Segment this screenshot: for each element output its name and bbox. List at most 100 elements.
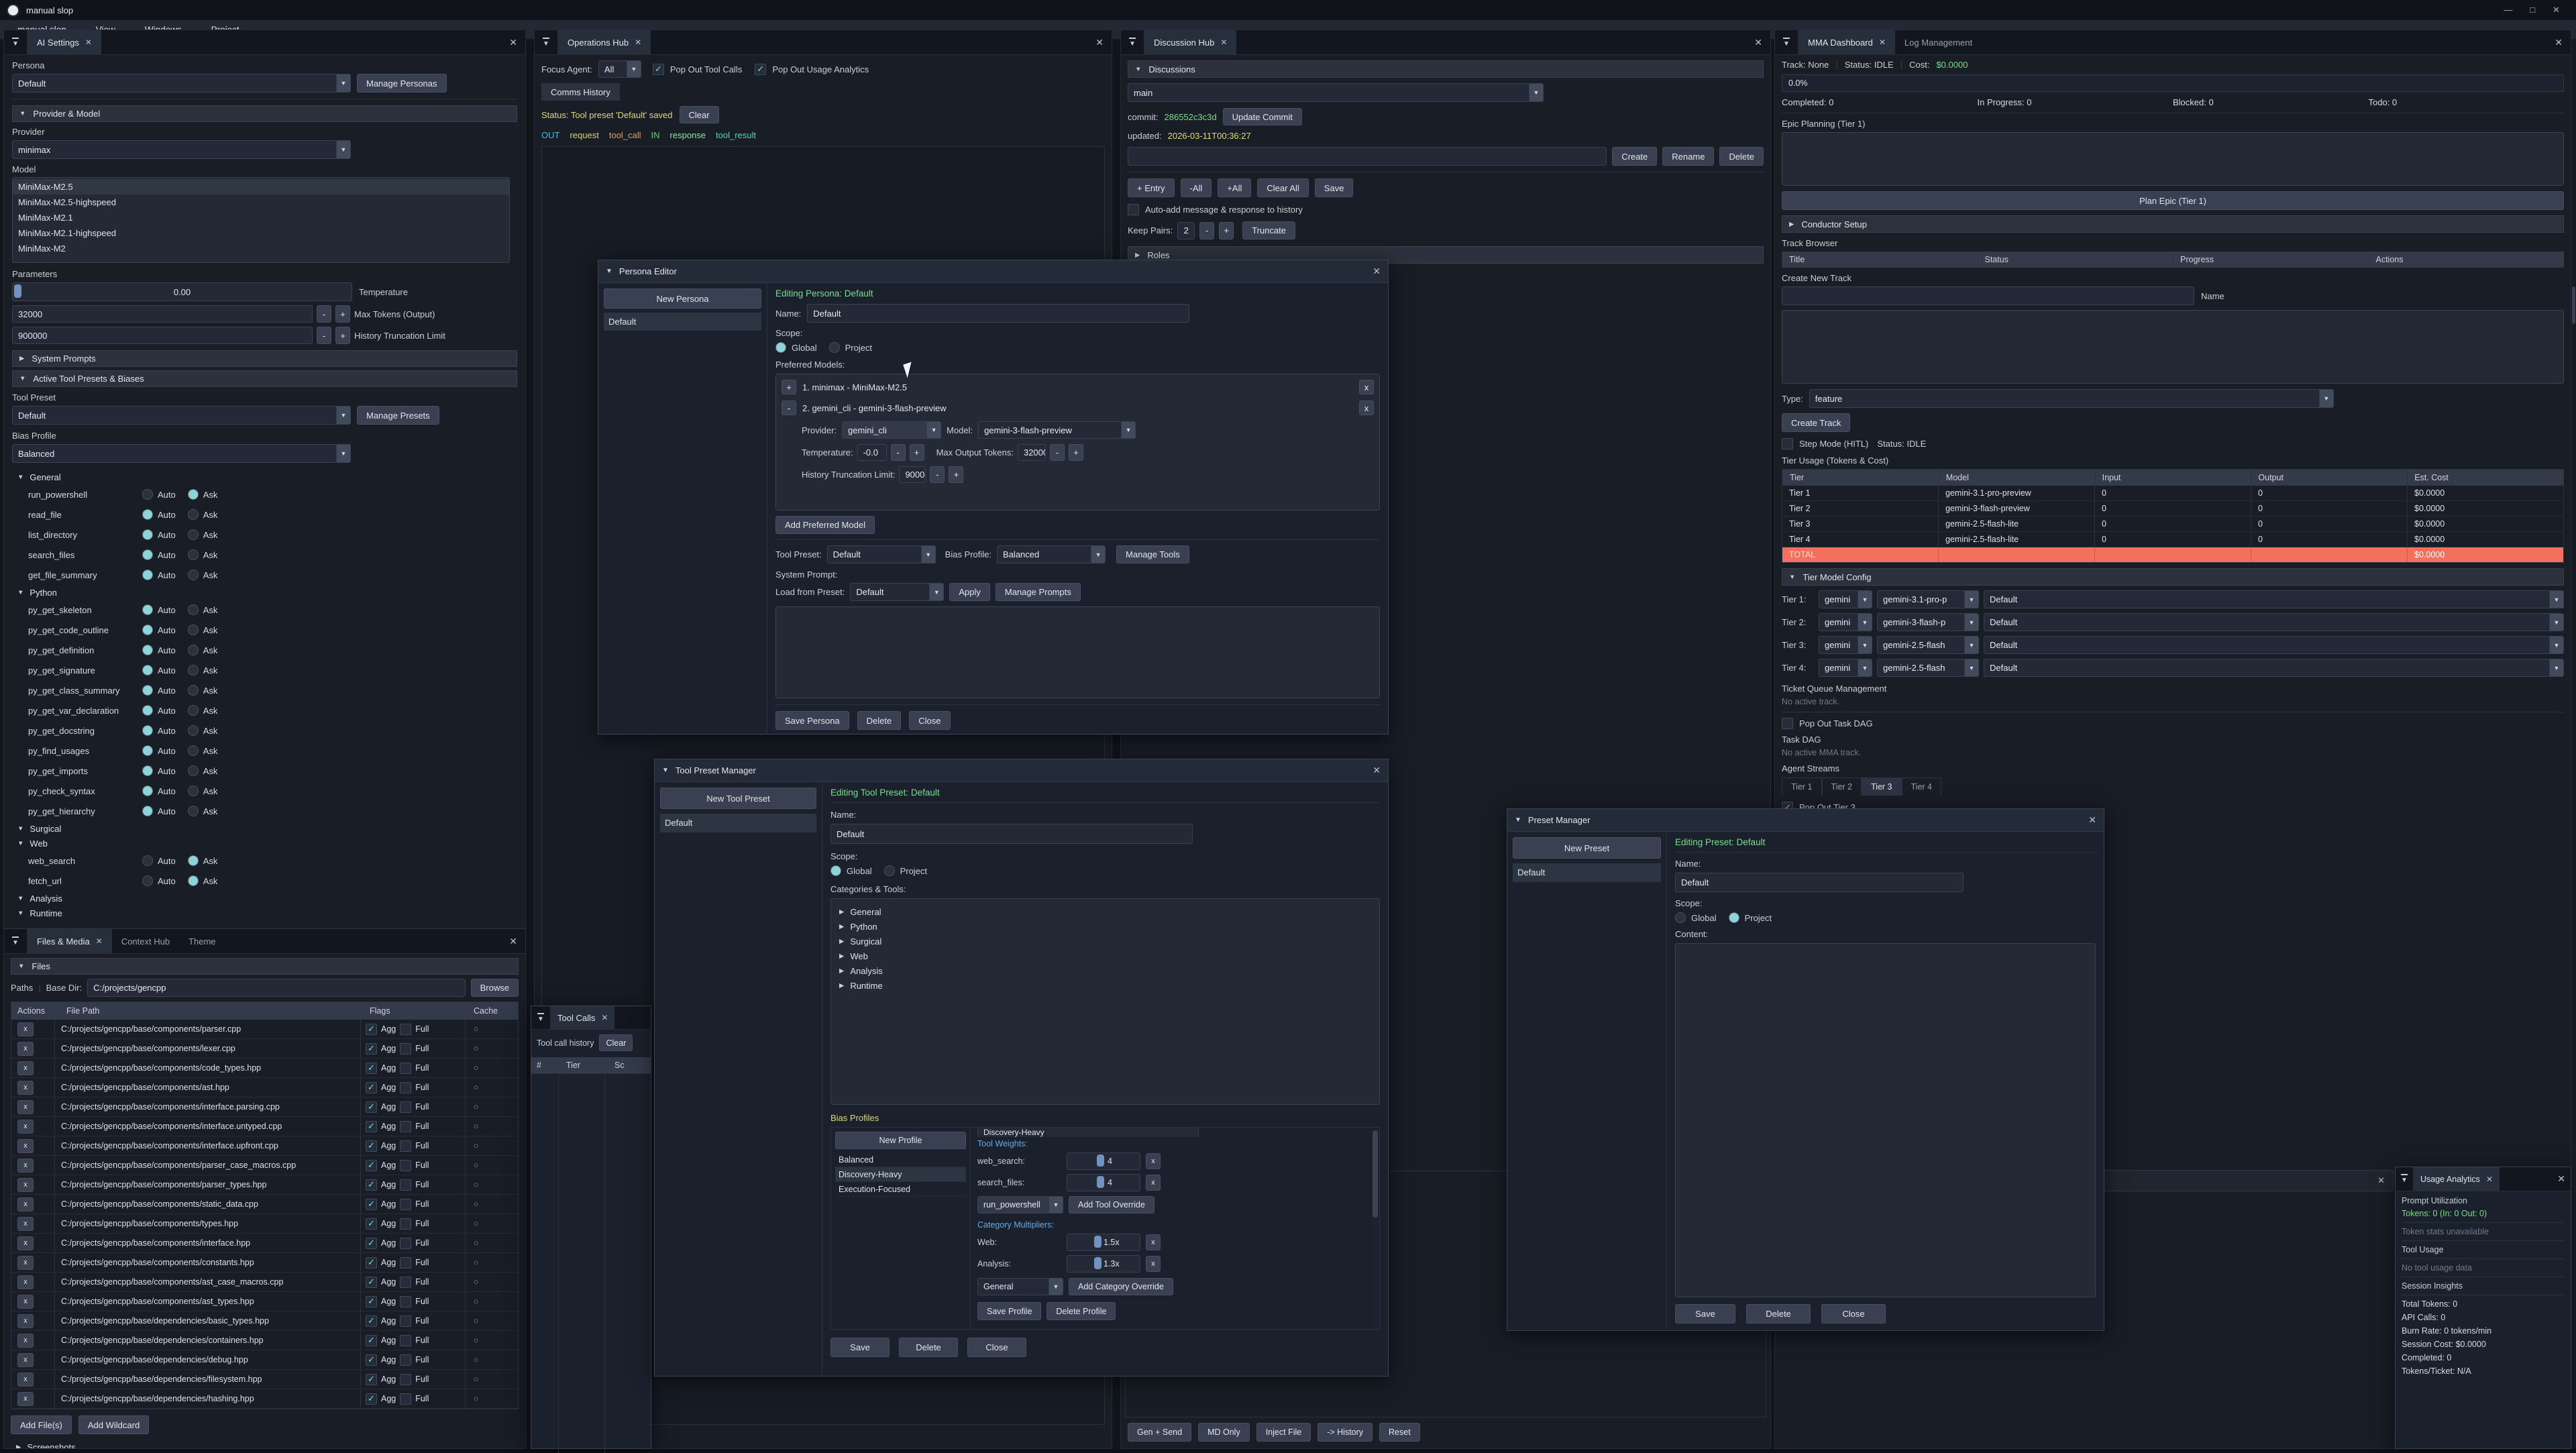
system-prompt-textarea[interactable] (775, 606, 1380, 698)
remove-model-button[interactable]: x (1359, 380, 1374, 394)
tab-comms-history[interactable]: Comms History (541, 83, 620, 101)
remove-file-button[interactable]: x (17, 1217, 34, 1231)
remove-file-button[interactable]: x (17, 1295, 34, 1309)
agg-checkbox[interactable]: ✓ (366, 1024, 377, 1035)
tab-tool-calls[interactable]: Tool Calls✕ (551, 1006, 614, 1029)
new-tool-preset-button[interactable]: New Tool Preset (660, 788, 816, 809)
full-checkbox[interactable]: ✓ (400, 1335, 411, 1346)
dock-menu-icon[interactable]: ▼ (2396, 1167, 2414, 1191)
tier-model-config-section[interactable]: ▼Tier Model Config (1782, 568, 2564, 586)
epic-planning-textarea[interactable] (1782, 132, 2564, 186)
manage-personas-button[interactable]: Manage Personas (357, 74, 447, 93)
ask-radio[interactable] (188, 489, 199, 500)
agg-checkbox[interactable]: ✓ (366, 1140, 377, 1152)
full-checkbox[interactable]: ✓ (400, 1238, 411, 1249)
full-checkbox[interactable]: ✓ (400, 1121, 411, 1132)
max-output-minus-button[interactable]: - (1050, 444, 1065, 461)
persona-editor-titlebar[interactable]: ▼ Persona Editor ✕ (598, 260, 1388, 283)
full-checkbox[interactable]: ✓ (400, 1043, 411, 1055)
full-checkbox[interactable]: ✓ (400, 1277, 411, 1288)
history-limit-input[interactable]: 900000 (12, 327, 313, 344)
weight-slider[interactable]: 4 (1067, 1152, 1140, 1170)
full-checkbox[interactable]: ✓ (400, 1024, 411, 1035)
auto-radio[interactable] (142, 725, 153, 736)
panel-close-icon[interactable]: ✕ (2552, 1167, 2571, 1191)
model-list-item[interactable]: MiniMax-M2.5 (13, 179, 509, 195)
clear-tool-calls-button[interactable]: Clear (599, 1034, 633, 1051)
preset-content-textarea[interactable] (1675, 943, 2096, 1297)
agg-checkbox[interactable]: ✓ (366, 1277, 377, 1288)
collapse-icon[interactable]: ▼ (662, 767, 669, 774)
discussion-dropdown[interactable]: main▼ (1128, 83, 1544, 102)
tier-provider-dropdown[interactable]: gemini▼ (1819, 659, 1872, 677)
full-checkbox[interactable]: ✓ (400, 1374, 411, 1385)
persona-bias-dropdown[interactable]: Balanced▼ (997, 545, 1106, 563)
temperature-slider[interactable]: 0.00 (12, 282, 352, 301)
save-tool-preset-button[interactable]: Save (830, 1338, 890, 1357)
auto-add-checkbox[interactable]: ✓ (1128, 204, 1139, 215)
agg-checkbox[interactable]: ✓ (366, 1315, 377, 1327)
section-screenshots[interactable]: ▶Screenshots (11, 1440, 519, 1449)
ask-radio[interactable] (188, 705, 199, 716)
tier-provider-dropdown[interactable]: gemini▼ (1819, 636, 1872, 654)
track-name-input[interactable] (1782, 286, 2194, 305)
close-icon[interactable]: ✕ (2377, 1175, 2393, 1186)
tool-preset-list-item[interactable]: Default (660, 814, 816, 832)
tier-provider-dropdown[interactable]: gemini▼ (1819, 613, 1872, 631)
category-item[interactable]: ▶Web (834, 949, 1377, 963)
scrollbar-track[interactable] (1373, 1130, 1378, 1325)
close-persona-button[interactable]: Close (909, 711, 950, 730)
new-profile-button[interactable]: New Profile (835, 1132, 966, 1149)
tier-preset-dropdown[interactable]: Default▼ (1984, 636, 2564, 654)
model-list-item[interactable]: MiniMax-M2.1-highspeed (13, 225, 509, 241)
stream-tab[interactable]: Tier 1 (1782, 777, 1822, 796)
remove-file-button[interactable]: x (17, 1061, 34, 1075)
composer-button[interactable]: -> History (1318, 1423, 1373, 1442)
model-list-item[interactable]: MiniMax-M2 (13, 241, 509, 256)
delete-tool-preset-button[interactable]: Delete (899, 1338, 958, 1357)
auto-radio[interactable] (142, 489, 153, 500)
global-radio[interactable] (775, 342, 786, 353)
persona-dropdown[interactable]: Default▼ (12, 74, 351, 93)
agg-checkbox[interactable]: ✓ (366, 1218, 377, 1230)
track-type-dropdown[interactable]: feature▼ (1809, 389, 2334, 408)
ask-radio[interactable] (188, 529, 199, 540)
section-surgical[interactable]: ▼Surgical (12, 821, 517, 836)
section-general[interactable]: ▼General (12, 470, 517, 484)
entry-button[interactable]: Save (1315, 178, 1354, 197)
remove-file-button[interactable]: x (17, 1159, 34, 1173)
history-limit-plus-button[interactable]: + (335, 327, 350, 344)
save-persona-button[interactable]: Save Persona (775, 711, 849, 730)
tab-context-hub[interactable]: Context Hub (112, 929, 179, 953)
full-checkbox[interactable]: ✓ (400, 1160, 411, 1171)
temp-minus-button[interactable]: - (891, 444, 906, 461)
model-list-item[interactable]: MiniMax-M2.5-highspeed (13, 195, 509, 210)
agg-checkbox[interactable]: ✓ (366, 1335, 377, 1346)
ask-radio[interactable] (188, 604, 199, 615)
ask-radio[interactable] (188, 745, 199, 756)
tab-usage-analytics[interactable]: Usage Analytics✕ (2414, 1167, 2500, 1191)
scrollbar-track[interactable] (2571, 40, 2576, 1449)
tier-model-dropdown[interactable]: gemini-3-flash-p▼ (1877, 613, 1979, 631)
remove-file-button[interactable]: x (17, 1178, 34, 1192)
bias-profile-item[interactable]: Discovery-Heavy (835, 1167, 966, 1182)
ask-radio[interactable] (188, 549, 199, 560)
multiplier-slider[interactable]: 1.5x (1067, 1234, 1140, 1251)
bias-profile-item[interactable]: Balanced (835, 1152, 966, 1167)
add-files-button[interactable]: Add File(s) (11, 1415, 72, 1434)
tier-model-dropdown[interactable]: gemini-2.5-flash▼ (1877, 659, 1979, 677)
move-up-button[interactable]: + (782, 380, 796, 394)
pref-temperature-input[interactable]: -0.0 (857, 444, 887, 461)
agg-checkbox[interactable]: ✓ (366, 1121, 377, 1132)
project-radio[interactable] (829, 342, 840, 353)
category-item[interactable]: ▶Runtime (834, 978, 1377, 993)
close-preset-button[interactable]: Close (1821, 1304, 1886, 1324)
pref-provider-dropdown[interactable]: gemini_cli▼ (842, 421, 941, 439)
entry-button[interactable]: Clear All (1257, 178, 1308, 197)
section-web[interactable]: ▼Web (12, 836, 517, 851)
collapse-icon[interactable]: ▼ (606, 268, 612, 275)
tab-discussion-hub[interactable]: Discussion Hub✕ (1144, 30, 1236, 54)
panel-close-icon[interactable]: ✕ (1746, 30, 1770, 54)
remove-file-button[interactable]: x (17, 1120, 34, 1134)
global-radio[interactable] (1675, 912, 1686, 923)
